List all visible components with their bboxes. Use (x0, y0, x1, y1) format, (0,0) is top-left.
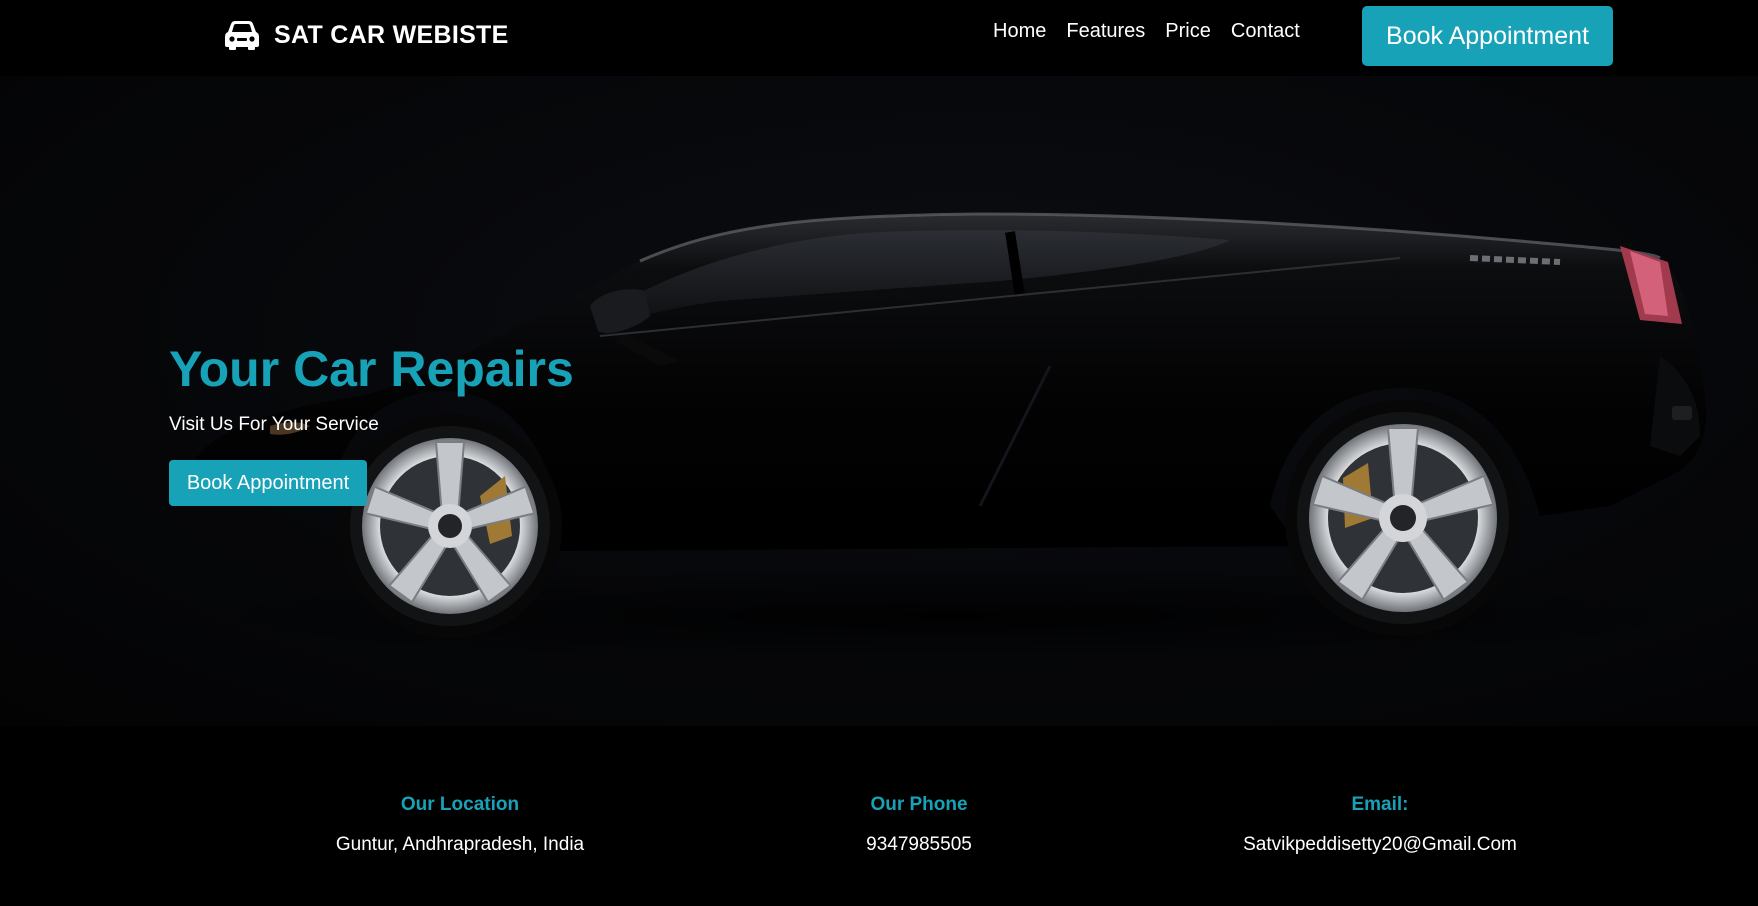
contact-location-value: Guntur, Andhrapradesh, India (335, 834, 585, 855)
contact-section: Our Location Guntur, Andhrapradesh, Indi… (0, 726, 1758, 906)
contact-phone-value[interactable]: 9347985505 (719, 834, 1119, 856)
contact-location-heading: Our Location (400, 794, 520, 815)
hero-title: Your Car Repairs (169, 341, 574, 397)
nav-book-appointment-button[interactable]: Book Appointment (1362, 6, 1613, 66)
nav-link-price[interactable]: Price (1165, 20, 1211, 43)
contact-email-value[interactable]: Satvikpeddisetty20@Gmail.Com (1180, 834, 1580, 856)
hero-section: Your Car Repairs Visit Us For Your Servi… (0, 76, 1758, 726)
contact-phone: Our Phone 9347985505 (719, 794, 1119, 856)
brand-name: SAT CAR WEBISTE (274, 20, 509, 49)
contact-phone-heading: Our Phone (870, 794, 968, 815)
contact-email-heading: Email: (1351, 794, 1409, 815)
nav-link-contact[interactable]: Contact (1231, 20, 1300, 43)
nav-links: Home Features Price Contact (993, 20, 1300, 43)
car-icon (225, 21, 259, 50)
hero-subtitle: Visit Us For Your Service (169, 414, 379, 435)
nav-link-features[interactable]: Features (1066, 20, 1145, 43)
contact-location: Our Location Guntur, Andhrapradesh, Indi… (260, 794, 660, 856)
nav-link-home[interactable]: Home (993, 20, 1046, 43)
page: SAT CAR WEBISTE Home Features Price Cont… (0, 0, 1758, 906)
brand[interactable]: SAT CAR WEBISTE (224, 20, 509, 50)
hero-book-appointment-button[interactable]: Book Appointment (169, 460, 367, 506)
hero-car-image (150, 212, 1750, 666)
contact-email: Email: Satvikpeddisetty20@Gmail.Com (1180, 794, 1580, 856)
navbar: SAT CAR WEBISTE Home Features Price Cont… (0, 0, 1758, 76)
